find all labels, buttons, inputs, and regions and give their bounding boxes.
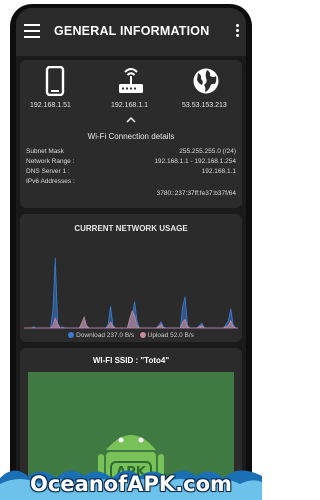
detail-row-subnet: Subnet Mask 255.255.255.0 (/24) <box>26 148 236 157</box>
wifi-details-title: Wi-Fi Connection details <box>87 132 175 141</box>
upload-legend-dot <box>139 332 146 338</box>
detail-row-range: Network Range : 192.168.1.1 - 192.168.1.… <box>26 158 236 167</box>
phone-icon <box>45 66 65 96</box>
download-legend-label: Download 237.0 B/s <box>76 332 135 339</box>
network-info-card: 192.168.1.51 192.168.1.1 53.53.153.213 W… <box>20 60 242 208</box>
phone-frame: GENERAL INFORMATION 192.168.1.51 192.168… <box>10 4 252 500</box>
detail-value: 255.255.255.0 (/24) <box>179 148 236 155</box>
usage-legend: Download 237.0 B/s Upload 52.0 B/s <box>20 332 242 339</box>
network-usage-card: CURRENT NETWORK USAGE Download 237.0 B/s… <box>20 214 242 342</box>
page-title: GENERAL INFORMATION <box>54 24 210 38</box>
public-ip-value: 53.53.153.213 <box>182 102 227 109</box>
detail-key: IPv6 Addresses : <box>26 178 75 185</box>
detail-value: 3780::237:37ff:fe37:b37f/64 <box>156 190 236 197</box>
download-legend-dot <box>68 332 75 338</box>
app-bar: GENERAL INFORMATION <box>16 8 246 56</box>
detail-row-ipv6-address: 3780::237:37ff:fe37:b37f/64 <box>26 190 236 199</box>
hamburger-menu-icon[interactable] <box>24 24 40 38</box>
detail-key: Subnet Mask <box>26 148 64 155</box>
usage-title: CURRENT NETWORK USAGE <box>74 224 188 233</box>
app-screen: GENERAL INFORMATION 192.168.1.51 192.168… <box>16 8 246 500</box>
detail-key: Network Range : <box>26 158 75 165</box>
more-vert-icon[interactable] <box>232 22 242 42</box>
detail-row-dns: DNS Server 1 : 192.168.1.1 <box>26 168 236 177</box>
detail-value: 192.168.1.1 - 192.168.1.254 <box>154 158 236 165</box>
watermark-text: OceanofAPK.com <box>30 472 232 496</box>
router-icon <box>119 68 143 93</box>
detail-key: DNS Server 1 : <box>26 168 70 175</box>
upload-legend-label: Upload 52.0 B/s <box>147 332 194 339</box>
usage-chart <box>24 257 238 329</box>
detail-row-ipv6: IPv6 Addresses : <box>26 178 236 187</box>
ssid-label: WI-FI SSID : "Toto4" <box>92 356 170 365</box>
chevron-up-icon[interactable] <box>124 116 138 124</box>
router-ip-value: 192.168.1.1 <box>111 102 148 109</box>
phone-ip-value: 192.168.1.51 <box>30 102 71 109</box>
globe-icon <box>193 68 219 94</box>
detail-value: 192.168.1.1 <box>201 168 236 175</box>
watermark-banner: OceanofAPK.com <box>0 458 262 500</box>
